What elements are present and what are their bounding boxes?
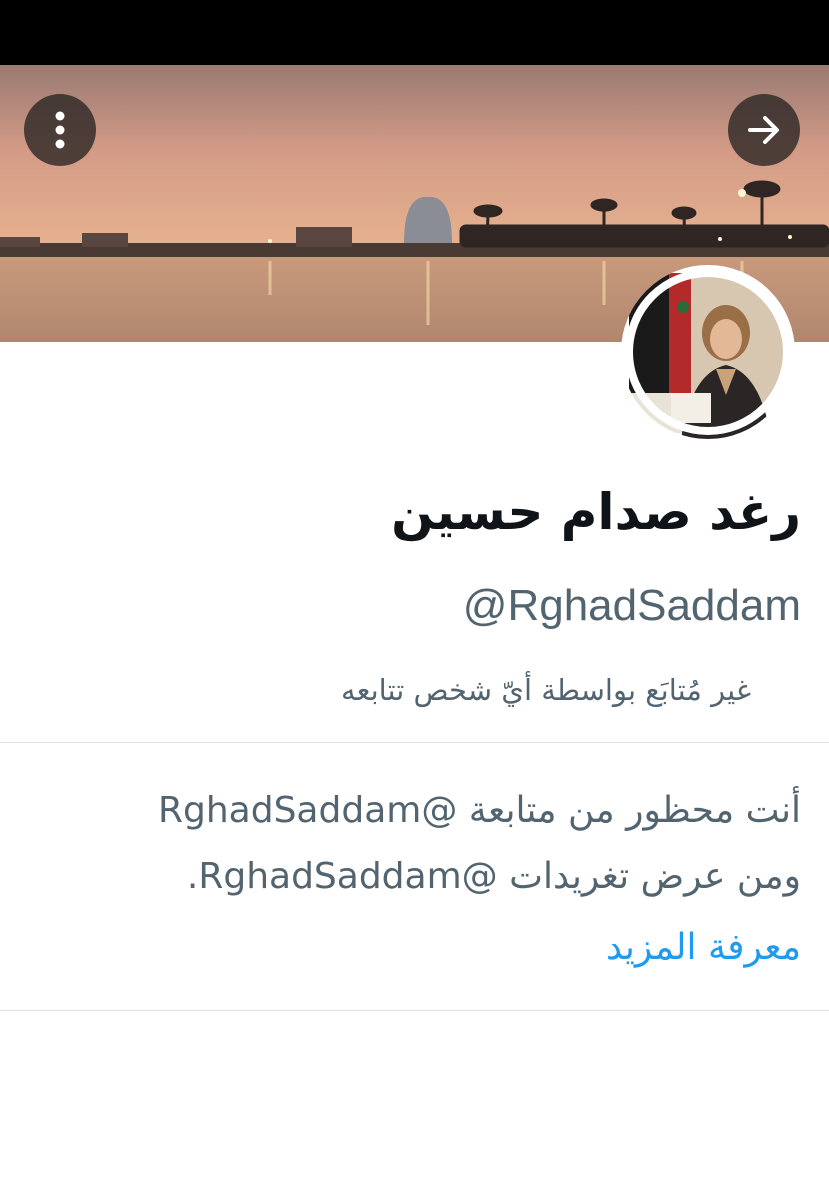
username-handle: @RghadSaddam (462, 581, 801, 630)
followers-you-know-text: غير مُتابَع بواسطة أيّ شخص تتابعه (341, 673, 751, 707)
status-bar (0, 0, 829, 65)
more-options-button[interactable] (24, 94, 96, 166)
avatar-image (625, 269, 791, 439)
divider (0, 742, 829, 743)
divider (0, 1010, 829, 1011)
arrow-right-icon (748, 116, 779, 144)
more-vertical-icon (55, 111, 65, 149)
blocked-notice-line: ومن عرض تغريدات @RghadSaddam. (186, 856, 801, 897)
display-name: رغد صدام حسين (391, 483, 801, 541)
blocked-notice-line: أنت محظور من متابعة @RghadSaddam (157, 790, 801, 831)
back-button[interactable] (728, 94, 800, 166)
blocked-notice: أنت محظور من متابعة @RghadSaddam ومن عرض… (21, 778, 801, 910)
learn-more-link[interactable]: معرفة المزيد (606, 918, 801, 978)
profile-avatar[interactable] (621, 265, 795, 439)
